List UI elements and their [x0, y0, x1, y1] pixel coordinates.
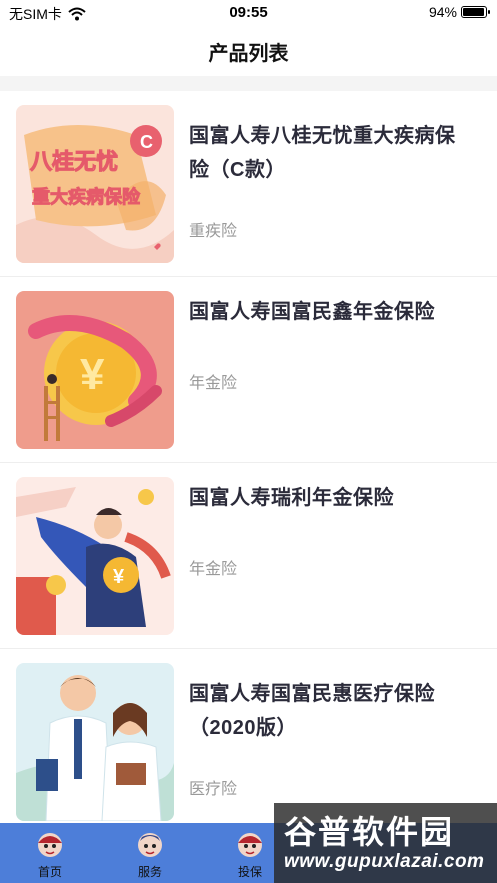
medical-doctors-image — [16, 663, 174, 821]
page-title: 产品列表 — [208, 42, 289, 65]
battery-level — [463, 8, 484, 16]
banner-badge: C — [140, 132, 153, 152]
product-title[interactable]: 国富人寿八桂无忧重大疾病保 险（C款） — [189, 119, 481, 187]
product-list: C 八桂无忧 重大疾病保险 国富人寿八桂无忧重大疾病保 险（C款） 重疾险 ¥ — [0, 91, 497, 835]
tab-insure-label: 投保 — [237, 865, 262, 879]
product-category-tag: 医疗险 — [189, 781, 238, 798]
banner-line1: 八桂无忧 — [30, 149, 118, 175]
mascot-icon — [138, 833, 162, 857]
product-item-annuity-ruili[interactable]: ¥ 国富人寿瑞利年金保险 年金险 — [0, 463, 497, 649]
mascot-icon — [238, 833, 262, 857]
product-title-line1: 国富人寿国富民惠医疗保险 — [189, 683, 435, 705]
product-category-tag: 年金险 — [189, 561, 238, 578]
tab-service[interactable]: 服务 — [100, 823, 200, 883]
product-item-annuity-minxin[interactable]: ¥ 国富人寿国富民鑫年金保险 年金险 — [0, 277, 497, 463]
product-thumbnail: ¥ — [16, 291, 174, 449]
product-thumbnail — [16, 663, 174, 821]
battery-percent: 94% — [428, 4, 457, 20]
product-category-tag: 重疾险 — [189, 223, 238, 240]
watermark: 谷普软件园 www.gupuxlazai.com — [274, 803, 497, 883]
watermark-url: www.gupuxlazai.com — [284, 851, 485, 872]
coin-symbol: ¥ — [113, 566, 125, 588]
status-right: 94% — [428, 4, 490, 20]
mascot-icon — [38, 833, 62, 857]
status-bar: 无SIM卡 09:55 94% — [0, 0, 497, 26]
product-title[interactable]: 国富人寿国富民鑫年金保险 — [189, 295, 481, 329]
nav-bar: 产品列表 — [0, 26, 497, 76]
coin-symbol: ¥ — [80, 350, 105, 399]
product-thumbnail: ¥ — [16, 477, 174, 635]
tab-home[interactable]: 首页 — [0, 823, 100, 883]
product-title-line2: 险（C款） — [189, 159, 286, 181]
product-title-line1: 国富人寿国富民鑫年金保险 — [189, 301, 435, 323]
product-category-tag: 年金险 — [189, 375, 238, 392]
product-title[interactable]: 国富人寿国富民惠医疗保险 （2020版） — [189, 677, 481, 745]
banner-line2: 重大疾病保险 — [32, 186, 141, 208]
annuity-coin-image: ¥ — [16, 291, 174, 449]
watermark-logo: 谷普软件园 — [284, 813, 455, 851]
tab-service-label: 服务 — [137, 865, 162, 879]
tab-home-label: 首页 — [37, 865, 62, 879]
critical-illness-banner-image: C 八桂无忧 重大疾病保险 — [16, 105, 174, 263]
product-title[interactable]: 国富人寿瑞利年金保险 — [189, 481, 481, 515]
annuity-superhero-image: ¥ — [16, 477, 174, 635]
product-thumbnail: C 八桂无忧 重大疾病保险 — [16, 105, 174, 263]
product-title-line1: 国富人寿瑞利年金保险 — [189, 487, 394, 509]
nav-divider — [0, 76, 497, 91]
product-title-line2: （2020版） — [189, 717, 297, 739]
product-item-critical-illness[interactable]: C 八桂无忧 重大疾病保险 国富人寿八桂无忧重大疾病保 险（C款） 重疾险 — [0, 91, 497, 277]
product-title-line1: 国富人寿八桂无忧重大疾病保 — [189, 125, 456, 147]
battery-icon — [461, 6, 490, 18]
status-time: 09:55 — [229, 4, 268, 21]
